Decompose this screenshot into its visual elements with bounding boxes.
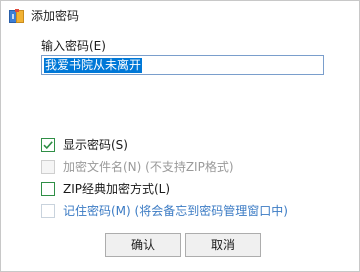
remember-password-checkbox[interactable] xyxy=(41,204,55,218)
show-password-option[interactable]: 显示密码(S) xyxy=(41,137,128,153)
password-value: 我爱书院从未离开 xyxy=(44,58,143,73)
zip-classic-checkbox[interactable] xyxy=(41,182,55,196)
title-bar: 添加密码 xyxy=(1,1,359,31)
encrypt-filename-checkbox xyxy=(41,160,55,174)
password-input[interactable]: 我爱书院从未离开 xyxy=(41,55,324,75)
check-icon xyxy=(43,141,53,150)
ok-button[interactable]: 确认 xyxy=(105,233,181,257)
password-label: 输入密码(E) xyxy=(41,39,106,53)
zip-classic-label: ZIP经典加密方式(L) xyxy=(63,182,171,196)
add-password-dialog: 添加密码 输入密码(E) 我爱书院从未离开 显示密码(S) 加密文件名(N) (… xyxy=(0,0,360,272)
remember-password-option[interactable]: 记住密码(M) (将会备忘到密码管理窗口中) xyxy=(41,203,288,219)
remember-password-label: 记住密码(M) (将会备忘到密码管理窗口中) xyxy=(63,204,288,218)
show-password-label: 显示密码(S) xyxy=(63,138,128,152)
encrypt-filename-option: 加密文件名(N) (不支持ZIP格式) xyxy=(41,159,234,175)
zip-classic-option[interactable]: ZIP经典加密方式(L) xyxy=(41,181,170,197)
window-title: 添加密码 xyxy=(31,9,80,23)
encrypt-filename-label: 加密文件名(N) (不支持ZIP格式) xyxy=(63,160,234,174)
app-archive-icon xyxy=(9,8,25,24)
cancel-button[interactable]: 取消 xyxy=(185,233,261,257)
show-password-checkbox[interactable] xyxy=(41,138,55,152)
